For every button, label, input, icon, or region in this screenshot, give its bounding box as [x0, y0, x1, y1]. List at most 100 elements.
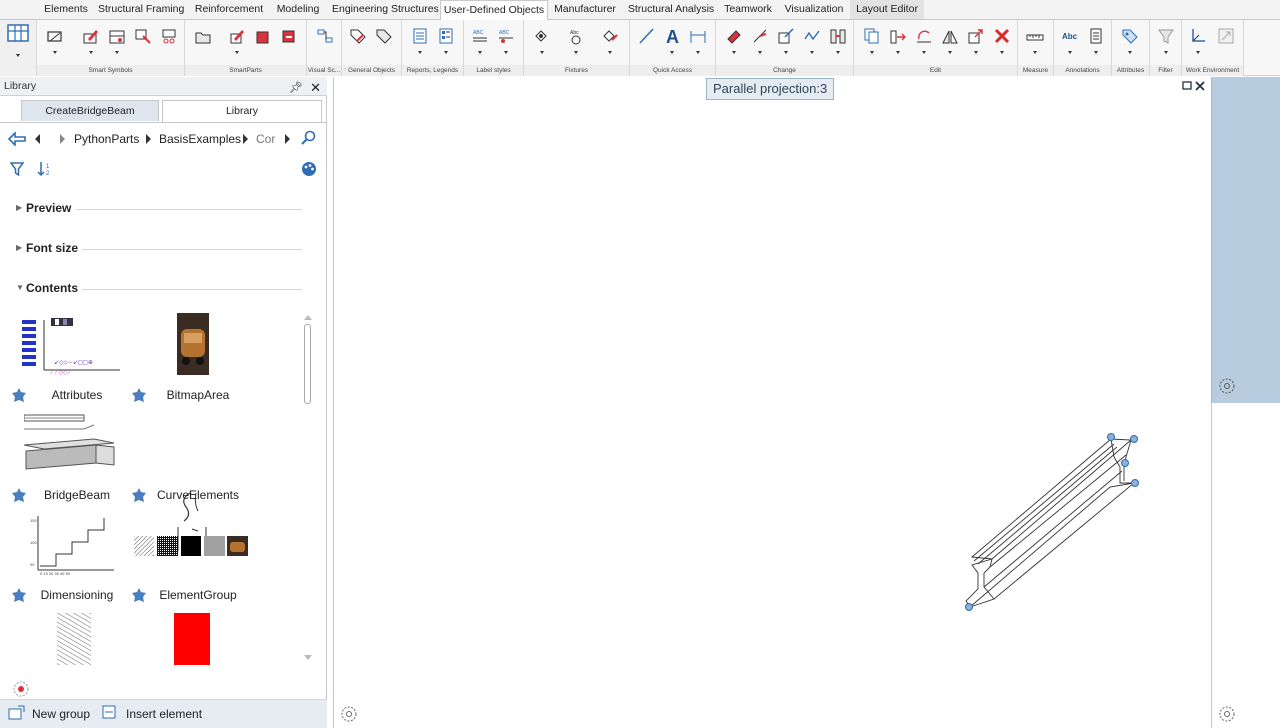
- palette-icon[interactable]: [301, 161, 317, 177]
- library-item-attributes[interactable]: Attributes: [40, 388, 114, 402]
- line-button[interactable]: [634, 25, 658, 55]
- legends-button[interactable]: [434, 25, 458, 55]
- tab-createbridgebeam[interactable]: CreateBridgeBeam: [21, 100, 159, 121]
- elementgroup-thumbnail[interactable]: [134, 536, 250, 558]
- scroll-down-icon[interactable]: [304, 655, 312, 661]
- change-button-2[interactable]: [748, 25, 772, 55]
- tab-elements[interactable]: Elements: [44, 0, 88, 19]
- label-style-button-2[interactable]: ABC: [494, 25, 518, 55]
- attributes-thumbnail[interactable]: ↙◇⬦∼↙◻◻⊕ ⟋⟋◇◇⟋: [20, 316, 124, 378]
- history-back-icon[interactable]: [35, 134, 41, 144]
- scroll-up-icon[interactable]: [304, 314, 312, 320]
- navigation-wheel-icon[interactable]: [340, 705, 358, 723]
- fixture-button-3[interactable]: [598, 25, 622, 55]
- tab-teamwork[interactable]: Teamwork: [722, 0, 774, 19]
- dimension-button[interactable]: [686, 25, 710, 55]
- quick-access-menu-button[interactable]: [0, 20, 37, 76]
- edit-scale-button[interactable]: [964, 25, 988, 55]
- smartpart-button-3[interactable]: [251, 25, 275, 55]
- section-preview[interactable]: ▶ Preview: [12, 200, 302, 218]
- smart-symbol-button-1[interactable]: [43, 25, 67, 55]
- annotation-text-button[interactable]: Abc: [1058, 25, 1082, 55]
- library-item-bitmaparea[interactable]: BitmapArea: [158, 388, 238, 402]
- tab-user-defined-objects[interactable]: User-Defined Objects: [440, 0, 548, 20]
- general-object-button-2[interactable]: [372, 25, 396, 55]
- tab-visualization[interactable]: Visualization: [782, 0, 846, 19]
- library-item-curveelements[interactable]: CurveElements: [150, 488, 246, 502]
- history-forward-icon[interactable]: [285, 134, 291, 144]
- side-viewport-top[interactable]: [1211, 77, 1280, 403]
- reports-button[interactable]: [408, 25, 432, 55]
- label-style-button-1[interactable]: ABC: [468, 25, 492, 55]
- smart-symbol-button-4[interactable]: [131, 25, 155, 55]
- smartpart-button-2[interactable]: [225, 25, 249, 55]
- smart-symbol-button-2[interactable]: [79, 25, 103, 55]
- filter-button[interactable]: [1154, 25, 1178, 55]
- edit-delete-button[interactable]: [990, 25, 1014, 55]
- smartpart-button-1[interactable]: [191, 25, 215, 55]
- pin-icon[interactable]: 📌︎: [289, 79, 303, 98]
- viewport[interactable]: Parallel projection:3: [333, 77, 1211, 728]
- annotation-list-button[interactable]: [1084, 25, 1108, 55]
- tab-library[interactable]: Library: [162, 100, 322, 122]
- edit-rotate-button[interactable]: [912, 25, 936, 55]
- smartpart-button-4[interactable]: [277, 25, 301, 55]
- tab-manufacturer[interactable]: Manufacturer: [551, 0, 619, 19]
- navigation-wheel-icon[interactable]: [1218, 705, 1236, 723]
- dimensioning-thumbnail[interactable]: 150 100 50 0 10 20 30 40 50: [30, 514, 116, 576]
- bitmaparea-thumbnail[interactable]: [177, 313, 209, 375]
- general-object-button-1[interactable]: [346, 25, 370, 55]
- record-icon[interactable]: [12, 680, 30, 698]
- maximize-icon[interactable]: [1182, 81, 1192, 91]
- breadcrumb-item-basisexamples[interactable]: BasisExamples: [159, 132, 241, 146]
- attributes-button[interactable]: [1118, 25, 1142, 55]
- filling-thumbnail[interactable]: [174, 613, 210, 665]
- tab-reinforcement[interactable]: Reinforcement: [194, 0, 264, 19]
- smart-symbol-button-3[interactable]: [105, 25, 129, 55]
- scrollbar-thumb[interactable]: [304, 324, 311, 404]
- section-font-size[interactable]: ▶ Font size: [12, 240, 302, 258]
- close-viewport-icon[interactable]: [1195, 81, 1205, 91]
- breadcrumb-item-current[interactable]: Cor: [256, 132, 276, 146]
- text-button[interactable]: A: [660, 25, 684, 55]
- change-button-5[interactable]: [826, 25, 850, 55]
- fixture-button-2[interactable]: Abc: [564, 25, 588, 55]
- section-contents[interactable]: ▼ Contents: [12, 280, 302, 298]
- visual-script-button[interactable]: [313, 25, 337, 55]
- bridge-beam-model[interactable]: [954, 427, 1154, 612]
- projection-label[interactable]: Parallel projection:3: [706, 78, 835, 100]
- navigation-wheel-icon[interactable]: [1218, 377, 1236, 395]
- change-button-4[interactable]: [800, 25, 824, 55]
- library-item-bridgebeam[interactable]: BridgeBeam: [40, 488, 114, 502]
- new-group-button[interactable]: New group: [32, 707, 90, 721]
- close-icon[interactable]: ✕: [310, 78, 321, 97]
- svg-text:ABC: ABC: [499, 30, 510, 36]
- sort-icon[interactable]: 12: [37, 161, 53, 177]
- tab-engineering-structures[interactable]: Engineering Structures: [332, 0, 439, 19]
- edit-copy-button[interactable]: [860, 25, 884, 55]
- bridgebeam-thumbnail[interactable]: [24, 411, 118, 479]
- tab-layout-editor[interactable]: Layout Editor: [850, 0, 924, 19]
- measure-button[interactable]: [1023, 25, 1047, 55]
- search-icon[interactable]: [301, 130, 317, 146]
- work-environment-button[interactable]: [1186, 25, 1210, 55]
- library-item-dimensioning[interactable]: Dimensioning: [36, 588, 118, 602]
- tab-structural-analysis[interactable]: Structural Analysis: [627, 0, 715, 19]
- work-environment-button-2[interactable]: [1214, 25, 1238, 55]
- insert-element-button[interactable]: Insert element: [126, 707, 202, 721]
- change-button-3[interactable]: [774, 25, 798, 55]
- tab-modeling[interactable]: Modeling: [273, 0, 323, 19]
- filter-icon[interactable]: [10, 162, 24, 176]
- side-viewport-bottom[interactable]: [1211, 403, 1280, 728]
- smart-symbol-button-5[interactable]: [157, 25, 181, 55]
- breadcrumb-item-pythonparts[interactable]: PythonParts: [74, 132, 139, 146]
- fixture-button-1[interactable]: [530, 25, 554, 55]
- tab-structural-framing[interactable]: Structural Framing: [98, 0, 184, 19]
- library-item-elementgroup[interactable]: ElementGroup: [152, 588, 244, 602]
- edit-mirror-button[interactable]: [938, 25, 962, 55]
- hatching-thumbnail[interactable]: [57, 613, 91, 665]
- back-arrow-icon[interactable]: [8, 132, 26, 146]
- content-scrollbar[interactable]: [303, 315, 312, 664]
- edit-move-button[interactable]: [886, 25, 910, 55]
- change-button-1[interactable]: [722, 25, 746, 55]
